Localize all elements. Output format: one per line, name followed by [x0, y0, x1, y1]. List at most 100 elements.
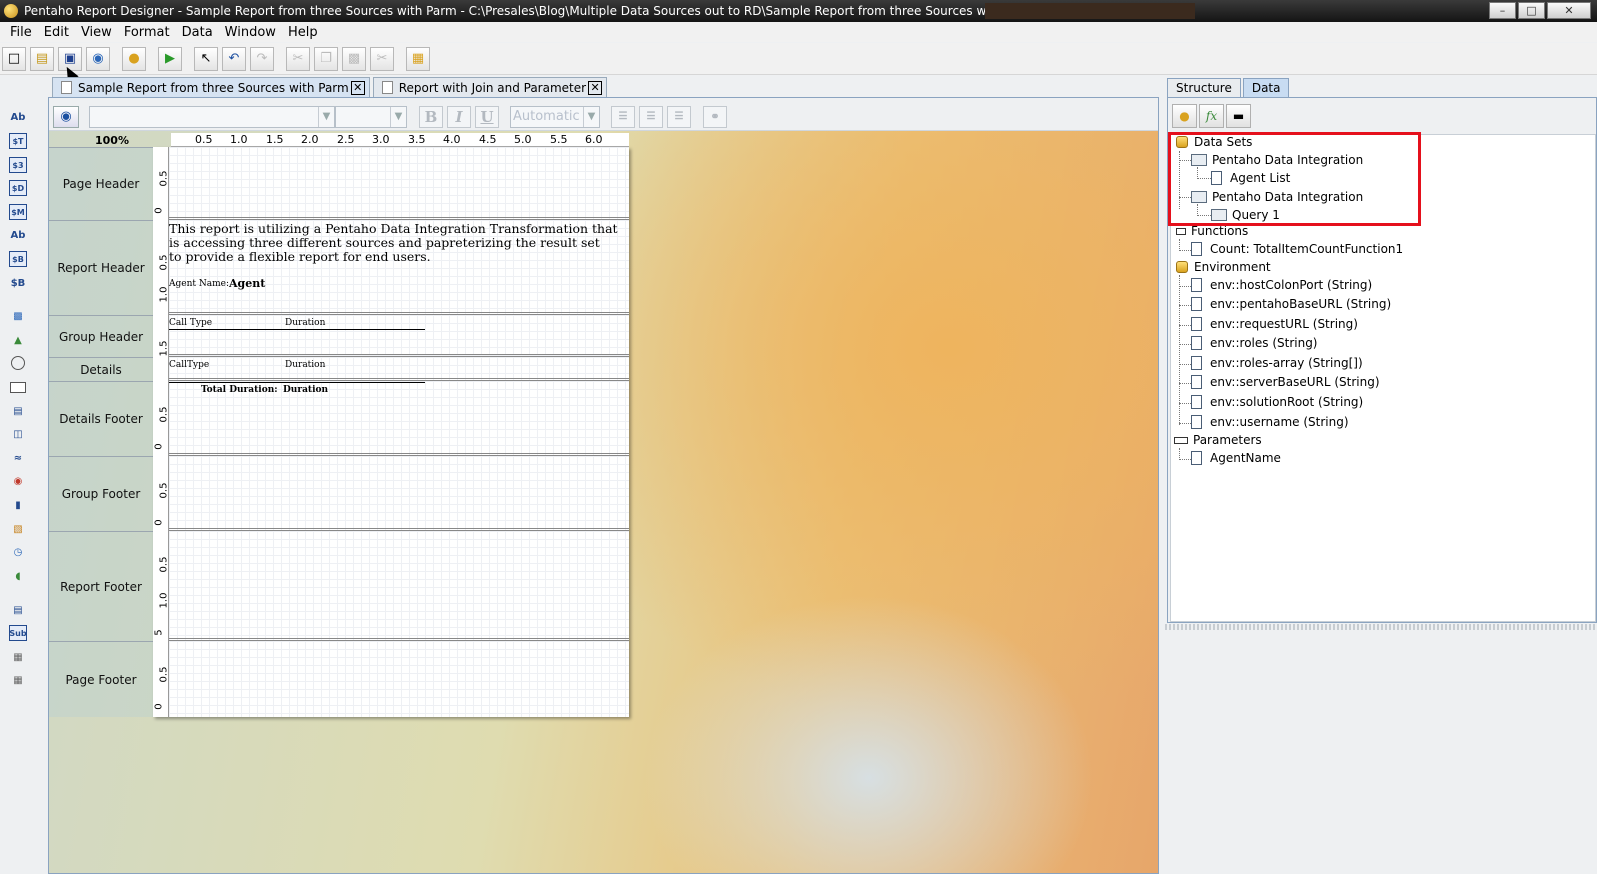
- image-field-icon[interactable]: ▩: [9, 308, 27, 324]
- menu-edit[interactable]: Edit: [38, 25, 75, 40]
- resource-field-icon[interactable]: $B: [9, 251, 27, 267]
- tab-structure[interactable]: Structure: [1167, 78, 1241, 97]
- bold-button[interactable]: B: [419, 106, 443, 128]
- detail-duration-field[interactable]: Duration: [285, 360, 325, 370]
- tree-node-env-item[interactable]: env::requestURL (String): [1191, 317, 1358, 331]
- undo-icon[interactable]: ↶: [222, 46, 246, 71]
- select-pointer-icon[interactable]: ↖: [194, 46, 218, 71]
- font-size-combo[interactable]: ▼: [335, 106, 407, 128]
- open-folder-icon[interactable]: ▤: [30, 46, 54, 71]
- tree-node-env-item[interactable]: env::roles-array (String[]): [1191, 356, 1363, 370]
- underline-button[interactable]: U: [475, 106, 499, 128]
- agent-name-label[interactable]: Agent Name:: [169, 279, 229, 289]
- table-of-contents-icon[interactable]: ▦: [9, 649, 27, 665]
- band-label-details[interactable]: Details: [49, 357, 153, 381]
- ellipse-icon[interactable]: [9, 355, 27, 371]
- paste-icon[interactable]: ▩: [342, 46, 366, 71]
- tree-node-functions[interactable]: Functions: [1176, 224, 1248, 238]
- intro-text-line-3[interactable]: to provide a flexible report for end use…: [169, 250, 431, 264]
- barcode-icon[interactable]: ▮: [9, 497, 27, 513]
- horizontal-line-icon[interactable]: ▤: [9, 403, 27, 419]
- intro-text-line-1[interactable]: This report is utilizing a Pentaho Data …: [169, 222, 618, 236]
- publish-icon[interactable]: ◉: [86, 46, 110, 71]
- band-label-group-footer[interactable]: Group Footer: [49, 456, 153, 531]
- tree-node-agent-name[interactable]: AgentName: [1191, 451, 1281, 465]
- tree-node-count-function[interactable]: Count: TotalItemCountFunction1: [1191, 242, 1403, 256]
- tree-node-environment[interactable]: Environment: [1176, 260, 1271, 274]
- align-right-button[interactable]: ☰: [667, 106, 691, 128]
- image-icon[interactable]: ▲: [9, 332, 27, 348]
- details-footer-band[interactable]: Total Duration: Duration: [169, 381, 629, 456]
- tree-node-env-item[interactable]: env::roles (String): [1191, 336, 1318, 350]
- tab-data[interactable]: Data: [1242, 78, 1290, 97]
- font-family-combo[interactable]: ▼: [89, 106, 335, 128]
- detail-call-type-field[interactable]: CallType: [169, 360, 209, 370]
- close-tab-icon[interactable]: ✕: [588, 80, 603, 95]
- add-function-icon[interactable]: fx: [1199, 104, 1224, 128]
- total-duration-field[interactable]: Duration: [283, 385, 328, 395]
- tree-node-env-item[interactable]: env::serverBaseURL (String): [1191, 375, 1380, 389]
- band-label-report-header[interactable]: Report Header: [49, 220, 153, 315]
- report-footer-band[interactable]: [169, 531, 629, 641]
- date-field-icon[interactable]: $D: [9, 180, 27, 196]
- copy-icon[interactable]: ❐: [314, 46, 338, 71]
- menu-format[interactable]: Format: [118, 25, 176, 40]
- tab-sample-report[interactable]: Sample Report from three Sources with Pa…: [52, 77, 370, 97]
- band-icon[interactable]: ▤: [9, 602, 27, 618]
- menu-help[interactable]: Help: [282, 25, 324, 40]
- group-header-band[interactable]: Call Type Duration: [169, 315, 629, 357]
- close-tab-icon[interactable]: ✕: [350, 80, 365, 95]
- group-col-duration[interactable]: Duration: [285, 318, 325, 328]
- new-file-icon[interactable]: □: [2, 46, 26, 71]
- redo-icon[interactable]: ↷: [250, 46, 274, 71]
- panel-splitter[interactable]: [1165, 624, 1597, 630]
- report-header-band[interactable]: This report is utilizing a Pentaho Data …: [169, 220, 629, 315]
- zoom-level[interactable]: 100%: [95, 134, 129, 147]
- menu-view[interactable]: View: [75, 25, 118, 40]
- subreport-icon[interactable]: Sub: [9, 625, 27, 641]
- close-window-button[interactable]: ✕: [1547, 2, 1591, 19]
- menu-file[interactable]: File: [4, 25, 38, 40]
- survey-scale-icon[interactable]: ≈: [9, 450, 27, 466]
- index-icon[interactable]: ▦: [9, 672, 27, 688]
- group-footer-band[interactable]: [169, 456, 629, 531]
- add-data-source-icon[interactable]: ●: [1172, 104, 1197, 128]
- align-center-button[interactable]: ☰: [639, 106, 663, 128]
- vertical-line-icon[interactable]: ◫: [9, 426, 27, 442]
- tree-node-env-item[interactable]: env::solutionRoot (String): [1191, 395, 1363, 409]
- band-label-page-header[interactable]: Page Header: [49, 147, 153, 220]
- maximize-button[interactable]: □: [1518, 2, 1545, 19]
- hyperlink-button[interactable]: ⚭: [703, 106, 727, 128]
- band-label-page-footer[interactable]: Page Footer: [49, 641, 153, 717]
- query-editor-icon[interactable]: ▦: [406, 46, 430, 71]
- menu-window[interactable]: Window: [219, 25, 282, 40]
- eye-icon[interactable]: ◉: [53, 106, 79, 128]
- chart-icon[interactable]: ◉: [9, 473, 27, 489]
- page-footer-band[interactable]: [169, 641, 629, 717]
- group-col-call-type[interactable]: Call Type: [169, 318, 212, 328]
- band-label-details-footer[interactable]: Details Footer: [49, 381, 153, 456]
- tree-node-parameters[interactable]: Parameters: [1174, 433, 1262, 447]
- agent-name-field[interactable]: Agent: [229, 277, 265, 290]
- message-field-icon[interactable]: $M: [9, 204, 27, 220]
- align-left-button[interactable]: ☰: [611, 106, 635, 128]
- band-label-report-footer[interactable]: Report Footer: [49, 531, 153, 641]
- total-duration-label[interactable]: Total Duration:: [201, 385, 278, 395]
- band-label-group-header[interactable]: Group Header: [49, 315, 153, 357]
- intro-text-line-2[interactable]: is accessing three different sources and…: [169, 236, 600, 250]
- sparkline-line-icon[interactable]: ◷: [9, 544, 27, 560]
- tree-node-env-item[interactable]: env::pentahoBaseURL (String): [1191, 297, 1391, 311]
- sparkline-bar-icon[interactable]: ▧: [9, 521, 27, 537]
- label-element-icon[interactable]: Ab: [9, 109, 27, 125]
- sparkline-pie-icon[interactable]: ◖: [9, 568, 27, 584]
- page-header-band[interactable]: [169, 147, 629, 220]
- minimize-button[interactable]: –: [1489, 2, 1516, 19]
- add-data-source-icon[interactable]: ●: [122, 46, 146, 71]
- details-band[interactable]: CallType Duration: [169, 357, 629, 381]
- menu-data[interactable]: Data: [176, 25, 219, 40]
- tree-node-env-item[interactable]: env::hostColonPort (String): [1191, 278, 1372, 292]
- resource-message-icon[interactable]: $B: [9, 275, 27, 291]
- run-preview-icon[interactable]: ▶: [158, 46, 182, 71]
- delete-icon[interactable]: ✂: [370, 46, 394, 71]
- italic-button[interactable]: I: [447, 106, 471, 128]
